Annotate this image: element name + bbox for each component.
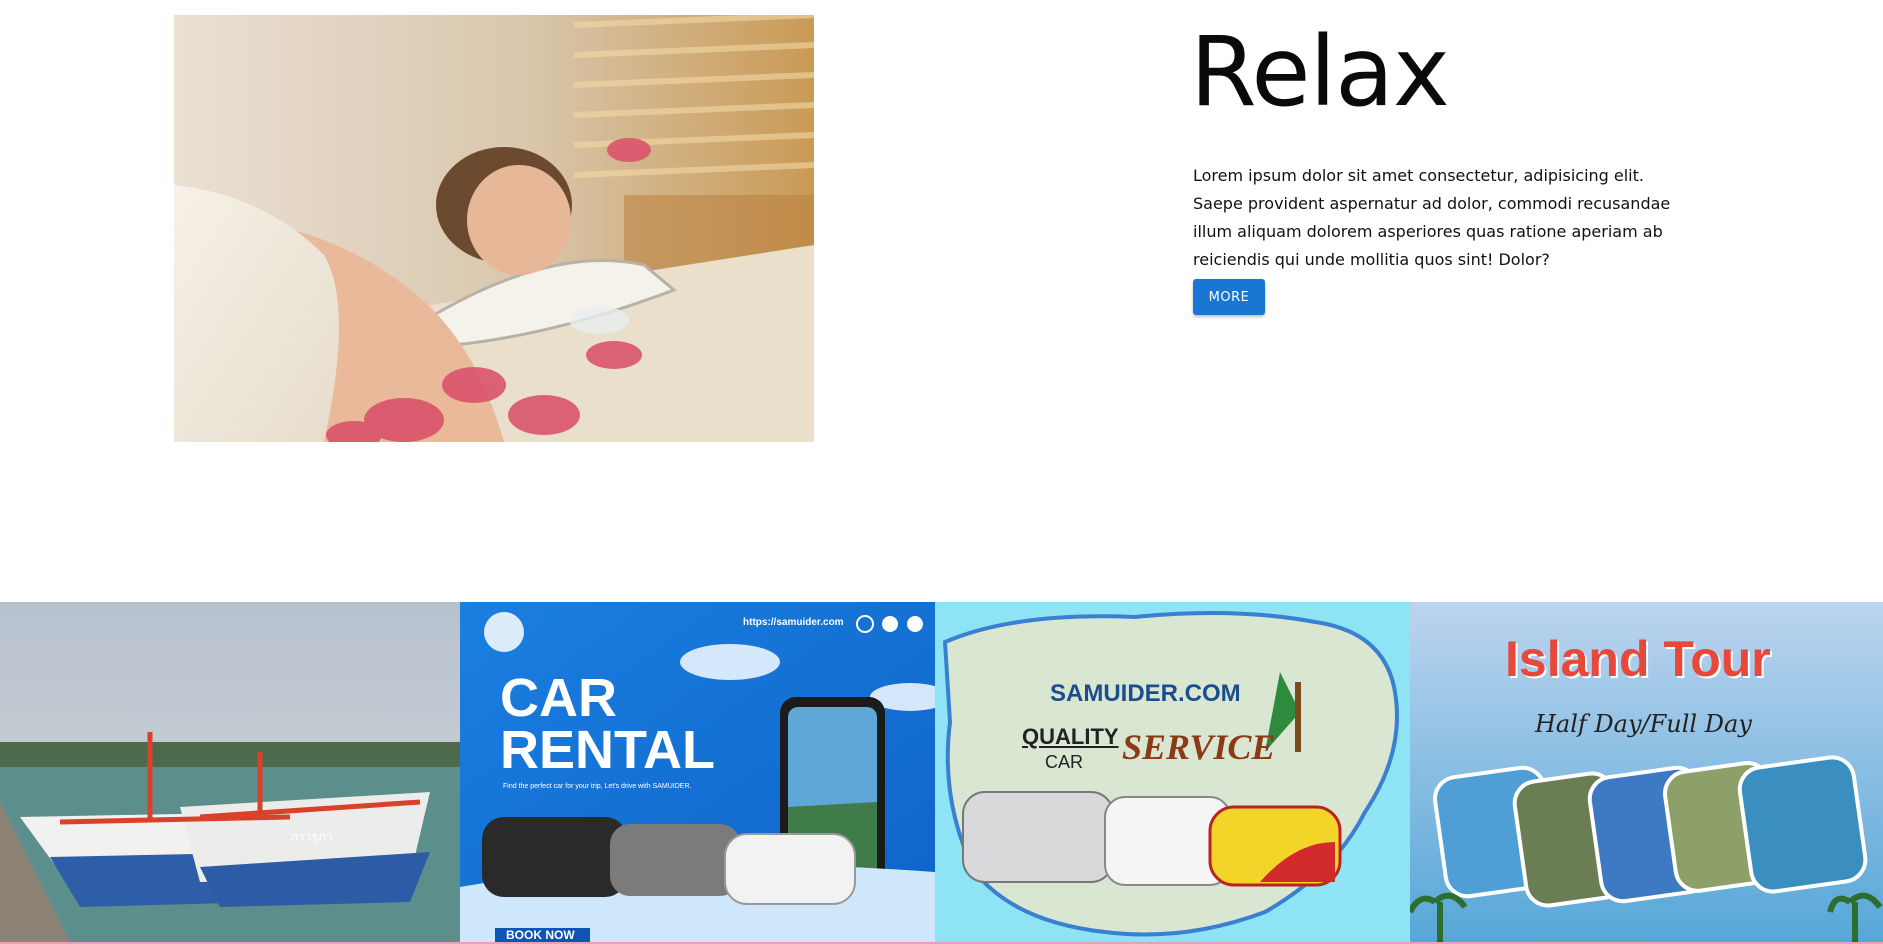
car-service-car: CAR (1045, 752, 1084, 772)
car-service-banner (935, 602, 1410, 942)
section-description: Lorem ipsum dolor sit amet consectetur, … (1193, 166, 1671, 269)
car-service-brand: SAMUIDER.COM (1050, 680, 1241, 707)
gallery-item-car-service[interactable]: SAMUIDER.COM QUALITY CAR SERVICE (935, 602, 1410, 942)
island-tour-subtitle: Half Day/Full Day (1535, 710, 1752, 738)
car-rental-headline-2: RENTAL (500, 720, 715, 780)
boat-name-text: ภาวรุภา (290, 830, 333, 844)
car-service-service: SERVICE (1122, 727, 1276, 767)
gallery-item-boats[interactable]: ภาวรุภา (0, 602, 460, 942)
gallery-item-car-rental[interactable]: https://samuider.com CAR RENTAL Find the… (460, 602, 935, 942)
boat-photo (0, 602, 460, 942)
island-tour-title: Island Tour (1505, 631, 1771, 687)
book-now-label: BOOK NOW (506, 928, 575, 942)
gallery-item-island-tour[interactable]: Island Tour Half Day/Full Day (1410, 602, 1883, 942)
gallery-strip: ภาวรุภา https://samuider.com CAR RENTAL … (0, 602, 1883, 944)
car-rental-tagline: Find the perfect car for your trip, Let'… (503, 783, 692, 790)
more-button[interactable]: MORE (1193, 279, 1265, 315)
spa-photo (174, 15, 814, 442)
car-rental-url: https://samuider.com (743, 617, 844, 628)
car-rental-headline-1: CAR (500, 668, 617, 728)
section-title: Relax (1190, 16, 1450, 128)
car-service-quality: QUALITY (1022, 724, 1119, 749)
